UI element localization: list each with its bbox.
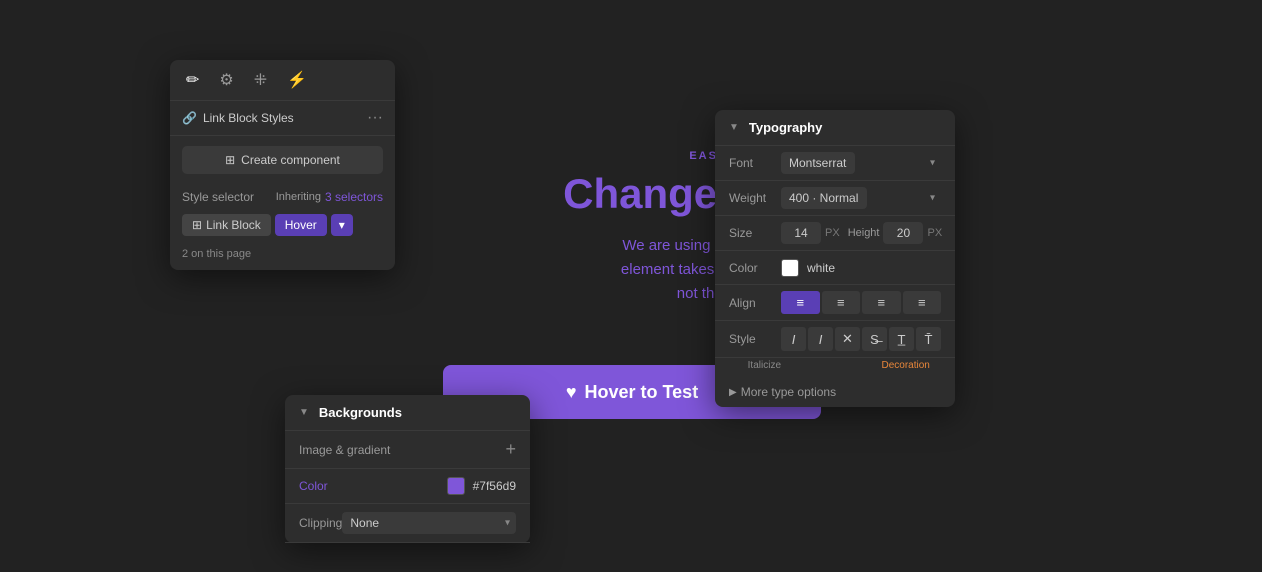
typography-panel: ▼ Typography Font Montserrat Weight 400 … (715, 110, 955, 407)
color-row: Color white (715, 251, 955, 285)
tab-settings[interactable]: ⚙ (209, 60, 243, 100)
font-select[interactable]: Montserrat (781, 152, 855, 174)
height-label: Height (848, 227, 880, 239)
pill-dropdown-arrow[interactable]: ▾ (331, 214, 353, 236)
inheriting-label: Inheriting (276, 191, 321, 203)
align-center-button[interactable]: ≡ (822, 291, 861, 314)
bg-color-picker: #7f56d9 (447, 477, 516, 495)
italicize-label: Italicize (729, 360, 800, 371)
weight-row: Weight 400 · Normal (715, 181, 955, 216)
canvas-area: EASY TO CREATE Change SVG Color We are u… (0, 0, 1262, 572)
heart-icon: ♥ (566, 382, 577, 403)
create-component-button[interactable]: ⊞ Create component (182, 146, 383, 174)
overline-button[interactable]: T̄ (916, 327, 941, 351)
bg-collapse-arrow-icon[interactable]: ▼ (299, 407, 309, 418)
link-block-panel: ✏ ⚙ ⁜ ⚡ 🔗 Link Block Styles ··· ⊞ Create… (170, 60, 395, 270)
align-right-button[interactable]: ≡ (862, 291, 901, 314)
tab-drops[interactable]: ⁜ (244, 60, 277, 100)
more-type-label: More type options (741, 385, 836, 399)
pill-link-block-label: Link Block (206, 218, 261, 232)
image-gradient-row: Image & gradient + (285, 431, 530, 469)
expand-icon: ▶ (729, 387, 737, 398)
color-swatch[interactable] (781, 259, 799, 277)
clipping-label: Clipping (299, 516, 342, 530)
underline-button[interactable]: T̲ (889, 327, 914, 351)
align-buttons: ≡ ≡ ≡ ≡ (781, 291, 941, 314)
tab-brush[interactable]: ✏ (176, 60, 209, 100)
font-select-wrapper: Montserrat (781, 152, 941, 174)
backgrounds-title: Backgrounds (319, 405, 402, 420)
height-input[interactable] (883, 222, 923, 244)
italic2-button[interactable]: I (808, 327, 833, 351)
weight-select-wrapper: 400 · Normal (781, 187, 941, 209)
size-row: Size PX Height PX (715, 216, 955, 251)
add-gradient-button[interactable]: + (505, 439, 516, 460)
color-label: Color (729, 261, 773, 275)
color-name: white (807, 261, 835, 275)
selectors-count: 3 selectors (325, 190, 383, 204)
clipping-select[interactable]: None (342, 512, 516, 534)
bg-color-label: Color (299, 479, 328, 493)
grid-icon: ⊞ (192, 218, 202, 232)
style-selector-row: Style selector Inheriting 3 selectors (170, 184, 395, 210)
strikethrough-button[interactable]: ✕ (835, 327, 860, 351)
selector-pills: ⊞ Link Block Hover ▾ (170, 210, 395, 244)
font-label: Font (729, 156, 773, 170)
style-row: Style I I ✕ S̶ T̲ T̄ (715, 321, 955, 358)
collapse-arrow-icon[interactable]: ▼ (729, 122, 739, 133)
clipping-select-wrapper: None (342, 512, 516, 534)
typography-title: Typography (749, 120, 822, 135)
strikethrough2-button[interactable]: S̶ (862, 327, 887, 351)
clipping-row: Clipping None (285, 504, 530, 543)
bg-color-row: Color #7f56d9 (285, 469, 530, 504)
size-label: Size (729, 226, 773, 240)
weight-label: Weight (729, 191, 773, 205)
decoration-label: Decoration (870, 360, 941, 371)
pill-link-block[interactable]: ⊞ Link Block (182, 214, 271, 236)
style-buttons: I I ✕ S̶ T̲ T̄ (781, 327, 941, 351)
weight-select[interactable]: 400 · Normal (781, 187, 867, 209)
height-unit: PX (927, 227, 942, 239)
align-label: Align (729, 296, 773, 310)
size-input[interactable] (781, 222, 821, 244)
style-selector-label: Style selector (182, 190, 254, 204)
typography-section-header: ▼ Typography (715, 110, 955, 146)
more-options-button[interactable]: ··· (367, 109, 383, 127)
size-unit: PX (825, 227, 840, 239)
link-icon: 🔗 (182, 111, 197, 125)
align-justify-button[interactable]: ≡ (903, 291, 942, 314)
align-row: Align ≡ ≡ ≡ ≡ (715, 285, 955, 321)
more-type-options[interactable]: ▶ More type options (715, 377, 955, 407)
bg-color-swatch[interactable] (447, 477, 465, 495)
panel-tabs: ✏ ⚙ ⁜ ⚡ (170, 60, 395, 101)
color-picker-row: white (781, 259, 941, 277)
style-label: Style (729, 332, 773, 346)
pill-hover-label: Hover (285, 218, 317, 232)
component-icon: ⊞ (225, 153, 235, 167)
hover-button-label: Hover to Test (585, 382, 699, 403)
panel-header: 🔗 Link Block Styles ··· (170, 101, 395, 136)
italic-button[interactable]: I (781, 327, 806, 351)
panel-header-left: 🔗 Link Block Styles (182, 111, 294, 125)
image-gradient-label: Image & gradient (299, 443, 390, 457)
panel-title: Link Block Styles (203, 111, 294, 125)
create-component-label: Create component (241, 153, 340, 167)
tab-bolt[interactable]: ⚡ (277, 60, 317, 100)
align-left-button[interactable]: ≡ (781, 291, 820, 314)
backgrounds-section-header: ▼ Backgrounds (285, 395, 530, 431)
bg-color-hex: #7f56d9 (473, 479, 516, 493)
style-labels-row: Italicize Decoration (715, 358, 955, 377)
backgrounds-panel: ▼ Backgrounds Image & gradient + Color #… (285, 395, 530, 543)
on-page-text: 2 on this page (170, 244, 395, 270)
font-row: Font Montserrat (715, 146, 955, 181)
pill-hover[interactable]: Hover (275, 214, 327, 236)
